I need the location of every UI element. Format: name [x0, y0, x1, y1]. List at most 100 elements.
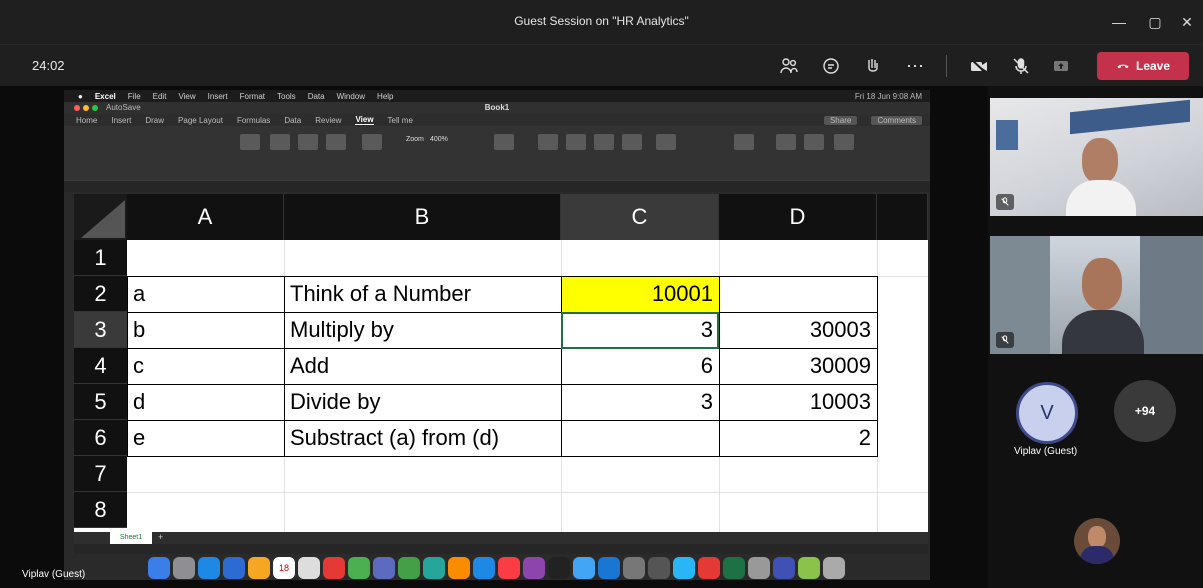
freeze-top-row-icon[interactable] [622, 134, 642, 150]
comments-button[interactable]: Comments [871, 115, 922, 125]
row-header-3[interactable]: 3 [74, 312, 127, 348]
teams-icon[interactable] [598, 556, 620, 579]
menu-excel[interactable]: Excel [95, 92, 116, 101]
avatar[interactable]: V [1016, 382, 1078, 444]
tab-data[interactable]: Data [284, 116, 301, 125]
page-layout-icon[interactable] [298, 134, 318, 150]
menu-format[interactable]: Format [240, 92, 265, 101]
excel-icon[interactable] [723, 556, 745, 579]
cell-b3[interactable]: Multiply by [284, 312, 561, 348]
column-header-c[interactable]: C [561, 194, 719, 240]
cell-b5[interactable]: Divide by [284, 384, 561, 420]
normal-view-icon[interactable] [240, 134, 260, 150]
cell-a4[interactable]: c [127, 348, 284, 384]
cell-a6[interactable]: e [127, 420, 284, 456]
share-icon[interactable] [1048, 53, 1074, 79]
relative-references-icon[interactable] [834, 134, 854, 150]
close-icon[interactable]: ✕ [1170, 10, 1203, 34]
cell-d4[interactable]: 30009 [719, 348, 877, 384]
keynote-icon[interactable] [448, 556, 470, 579]
cell-d6[interactable]: 2 [719, 420, 877, 456]
cell-c3[interactable]: 3 [561, 312, 719, 348]
custom-views-icon[interactable] [326, 134, 346, 150]
sheet-tab[interactable]: Sheet1 [110, 532, 152, 544]
cell-b2[interactable]: Think of a Number [284, 276, 561, 312]
activity-monitor-icon[interactable] [648, 556, 670, 579]
show-icon[interactable] [362, 134, 382, 150]
tab-page-layout[interactable]: Page Layout [178, 116, 223, 125]
tab-insert[interactable]: Insert [111, 116, 131, 125]
photo-booth-icon[interactable] [323, 556, 345, 579]
system-preferences-icon[interactable] [623, 556, 645, 579]
people-icon[interactable] [776, 53, 802, 79]
freeze-first-column-icon[interactable] [656, 134, 676, 150]
calendar-icon[interactable]: 18 [273, 556, 295, 579]
switch-windows-icon[interactable] [734, 134, 754, 150]
row-header-1[interactable]: 1 [74, 240, 127, 276]
menu-data[interactable]: Data [308, 92, 325, 101]
column-header-b[interactable]: B [284, 194, 561, 240]
tab-review[interactable]: Review [315, 116, 341, 125]
column-header-a[interactable]: A [127, 194, 284, 240]
cell-c5[interactable]: 3 [561, 384, 719, 420]
camera-off-icon[interactable] [966, 53, 992, 79]
menu-window[interactable]: Window [337, 92, 365, 101]
row-header-7[interactable]: 7 [74, 456, 127, 492]
podcasts-icon[interactable] [523, 556, 545, 579]
pages-icon[interactable] [473, 556, 495, 579]
select-all-corner[interactable] [74, 194, 127, 240]
cell-b6[interactable]: Substract (a) from (d) [284, 420, 561, 456]
trash-icon[interactable] [823, 556, 845, 579]
menu-help[interactable]: Help [377, 92, 393, 101]
participant-video-2[interactable] [990, 236, 1203, 354]
view-macros-icon[interactable] [776, 134, 796, 150]
maps-icon[interactable] [398, 556, 420, 579]
mic-off-icon[interactable] [1008, 53, 1034, 79]
maximize-icon[interactable]: ▢ [1138, 10, 1172, 34]
word-icon[interactable] [773, 556, 795, 579]
page-break-icon[interactable] [270, 134, 290, 150]
downloads-icon[interactable] [748, 556, 770, 579]
row-header-6[interactable]: 6 [74, 420, 127, 456]
leave-button[interactable]: Leave [1097, 52, 1189, 80]
cell-b4[interactable]: Add [284, 348, 561, 384]
app-store-icon[interactable] [573, 556, 595, 579]
tab-formulas[interactable]: Formulas [237, 116, 270, 125]
row-header-4[interactable]: 4 [74, 348, 127, 384]
row-header-2[interactable]: 2 [74, 276, 127, 312]
record-macro-icon[interactable] [804, 134, 824, 150]
row-header-5[interactable]: 5 [74, 384, 127, 420]
tv-icon[interactable] [548, 556, 570, 579]
tab-view[interactable]: View [355, 115, 374, 125]
cell-d3[interactable]: 30003 [719, 312, 877, 348]
safari-icon[interactable] [198, 556, 220, 579]
row-header-8[interactable]: 8 [74, 492, 127, 528]
cell-d5[interactable]: 10003 [719, 384, 877, 420]
cell-c4[interactable]: 6 [561, 348, 719, 384]
tab-home[interactable]: Home [76, 116, 97, 125]
column-header-e[interactable] [877, 194, 928, 240]
participant-video-1[interactable] [990, 98, 1203, 216]
menu-view[interactable]: View [178, 92, 195, 101]
tab-draw[interactable]: Draw [145, 116, 164, 125]
cell-a3[interactable]: b [127, 312, 284, 348]
minimize-icon[interactable]: — [1102, 10, 1136, 34]
freeze-panes-icon[interactable] [594, 134, 614, 150]
facetime-icon[interactable] [373, 556, 395, 579]
menu-insert[interactable]: Insert [208, 92, 228, 101]
cell-a2[interactable]: a [127, 276, 284, 312]
more-participants-badge[interactable]: +94 [1114, 380, 1176, 442]
menu-file[interactable]: File [128, 92, 141, 101]
folder-icon[interactable] [798, 556, 820, 579]
reactions-icon[interactable] [860, 53, 886, 79]
tell-me-search[interactable]: Tell me [388, 116, 413, 125]
numbers-icon[interactable] [423, 556, 445, 579]
zoom-selection-icon[interactable] [494, 134, 514, 150]
cell-a5[interactable]: d [127, 384, 284, 420]
launchpad-icon[interactable] [173, 556, 195, 579]
column-header-d[interactable]: D [719, 194, 877, 240]
messages-icon[interactable] [348, 556, 370, 579]
reminders-icon[interactable] [298, 556, 320, 579]
apple-icon[interactable]: ● [78, 92, 83, 101]
menu-edit[interactable]: Edit [153, 92, 167, 101]
